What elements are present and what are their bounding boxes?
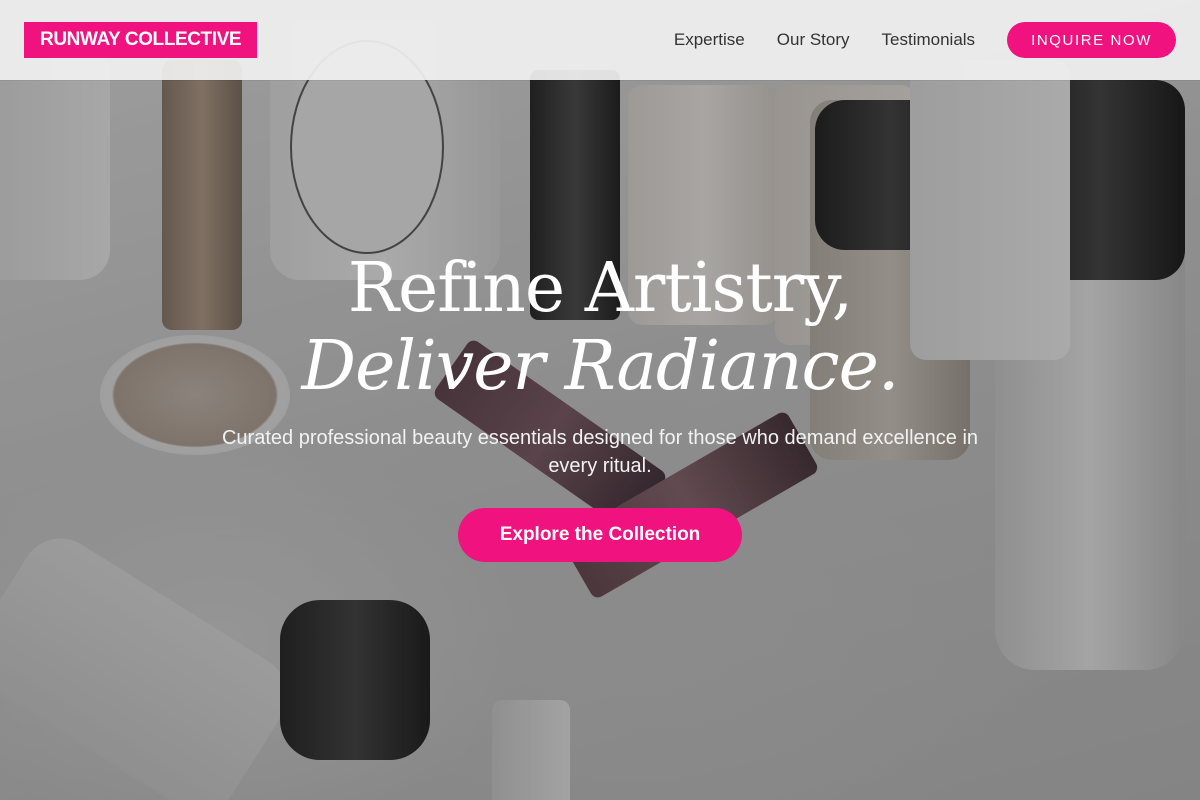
hero-subtext: Curated professional beauty essentials d… [221,427,979,477]
brand-logo[interactable]: RUNWAY COLLECTIVE [24,22,258,58]
site-header: RUNWAY COLLECTIVE Expertise Our Story Te… [0,0,1200,80]
explore-collection-button[interactable]: Explore the Collection [458,508,742,562]
hero-headline-line1: Refine Artistry, [347,249,853,328]
main-nav: Expertise Our Story Testimonials INQUIRE… [674,0,1176,80]
nav-link-our-story[interactable]: Our Story [777,30,850,50]
inquire-now-button[interactable]: INQUIRE NOW [1007,22,1176,58]
nav-link-testimonials[interactable]: Testimonials [882,30,976,50]
hero-section: Refine Artistry, Deliver Radiance. Curat… [0,250,1200,562]
nav-link-expertise[interactable]: Expertise [674,30,745,50]
hero-headline-line2: Deliver Radiance. [301,327,900,406]
